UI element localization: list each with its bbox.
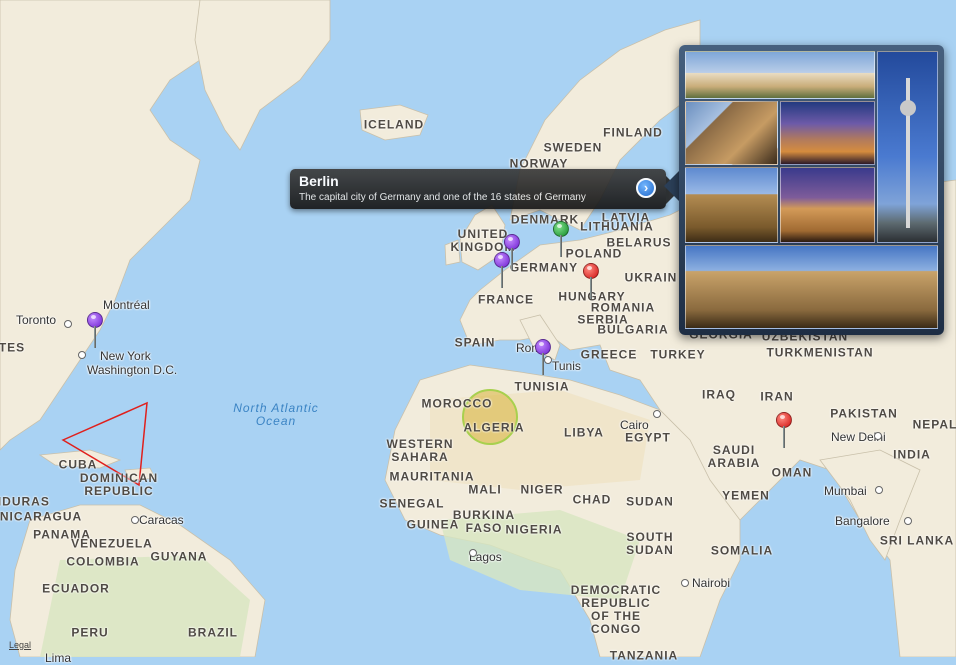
country-label: GUINEA: [406, 517, 460, 532]
city-label: New York: [100, 349, 151, 363]
country-label: GUYANA: [150, 549, 208, 564]
country-label: FRANCE: [478, 292, 534, 307]
photo-potsdamer-platz[interactable]: [780, 101, 875, 165]
country-label: MOROCCO: [421, 396, 493, 411]
ocean-label-text: North Atlantic Ocean: [233, 401, 319, 428]
country-label: YEMEN: [722, 488, 770, 503]
country-label: BULGARIA: [597, 322, 669, 337]
country-label: NEPAL: [912, 417, 956, 432]
country-label: DOMINICAN REPUBLIC: [79, 471, 159, 498]
city-label: Mumbai: [824, 484, 867, 498]
country-label: ALGERIA: [463, 420, 525, 435]
pin-gulf[interactable]: [776, 412, 792, 454]
city-dot-mumbai: [875, 486, 883, 494]
city-dot-toronto: [64, 320, 72, 328]
photo-brandenburg-gate[interactable]: [780, 167, 875, 243]
city-label: Washington D.C.: [87, 363, 178, 377]
country-label: IRAQ: [702, 387, 736, 402]
country-label: PERU: [71, 625, 109, 640]
city-label: Cairo: [620, 418, 649, 432]
photo-popover: [679, 45, 944, 335]
country-label: SWEDEN: [543, 140, 603, 155]
berlin-callout[interactable]: Berlin The capital city of Germany and o…: [290, 169, 666, 209]
country-label: SOUTH SUDAN: [626, 530, 674, 557]
pin-rome[interactable]: [535, 339, 551, 381]
country-label: SRI LANKA: [879, 533, 955, 548]
country-label: MALI: [468, 482, 502, 497]
country-label: COLOMBIA: [66, 554, 140, 569]
country-label: TURKMENISTAN: [766, 345, 874, 360]
country-label: TES: [0, 340, 26, 355]
city-dot-cairo: [653, 410, 661, 418]
photo-reichstag[interactable]: [685, 245, 938, 329]
country-label: SOMALIA: [710, 543, 774, 558]
country-label: NIGER: [520, 482, 564, 497]
country-label: UKRAIN: [624, 270, 678, 285]
country-label: SUDAN: [626, 494, 674, 509]
ocean-label-north-atlantic: North Atlantic Ocean: [233, 402, 319, 428]
city-label: Caracas: [139, 513, 184, 527]
country-label: SPAIN: [454, 335, 496, 350]
photo-altes-museum[interactable]: [685, 101, 778, 165]
pin-netherlands[interactable]: [494, 252, 510, 294]
country-label: ONDURAS: [0, 494, 50, 509]
country-label: TURKEY: [650, 347, 706, 362]
photo-charlottenburg-palace[interactable]: [685, 51, 875, 99]
country-label: DEMOCRATIC REPUBLIC OF THE CONGO: [570, 583, 662, 636]
photo-berlin-cathedral[interactable]: [685, 167, 778, 243]
city-label: Bangalore: [835, 514, 890, 528]
country-label: SENEGAL: [379, 496, 445, 511]
city-label: Montréal: [103, 298, 150, 312]
city-dot-nairobi: [681, 579, 689, 587]
country-label: ECUADOR: [42, 581, 110, 596]
country-label: EGYPT: [625, 430, 671, 445]
country-label: LITHUANIA: [580, 219, 654, 234]
country-label: TANZANIA: [609, 648, 679, 663]
pin-new-york[interactable]: [87, 312, 103, 354]
country-label: POLAND: [565, 246, 623, 261]
country-label: INDIA: [893, 447, 931, 462]
country-label: PAKISTAN: [830, 406, 898, 421]
city-dot-caracas: [131, 516, 139, 524]
country-label: BRAZIL: [188, 625, 238, 640]
chevron-right-icon[interactable]: ›: [636, 178, 656, 198]
callout-subtitle: The capital city of Germany and one of t…: [299, 192, 586, 203]
country-label: CHAD: [572, 492, 612, 507]
pin-hungary[interactable]: [583, 263, 599, 305]
country-label: SAUDI ARABIA: [707, 443, 761, 470]
city-dot-lagos: [469, 549, 477, 557]
country-label: LIBYA: [564, 425, 604, 440]
country-label: TUNISIA: [514, 379, 570, 394]
country-label: NICARAGUA: [0, 509, 83, 524]
city-label: Nairobi: [692, 576, 731, 590]
country-label: VENEZUELA: [71, 536, 153, 551]
country-label: MAURITANIA: [389, 469, 475, 484]
country-label: NIGERIA: [505, 522, 563, 537]
country-label: OMAN: [771, 465, 813, 480]
city-dot-new-delhi: [874, 432, 882, 440]
popover-pointer: [664, 170, 680, 202]
country-label: FINLAND: [603, 125, 663, 140]
photo-tv-tower[interactable]: [877, 51, 938, 243]
callout-title: Berlin: [299, 173, 339, 189]
pin-berlin[interactable]: [553, 221, 569, 263]
country-label: ICELAND: [363, 117, 425, 132]
country-label: GREECE: [580, 347, 638, 362]
city-dot-new-york: [78, 351, 86, 359]
country-label: CUBA: [58, 457, 98, 472]
country-label: WESTERN SAHARA: [386, 437, 454, 464]
country-label: GERMANY: [509, 260, 579, 275]
city-label: Toronto: [16, 313, 57, 327]
city-label: Lima: [45, 651, 72, 665]
city-label: Tunis: [552, 359, 581, 373]
country-label: IRAN: [760, 389, 794, 404]
legal-link[interactable]: Legal: [9, 640, 31, 650]
city-dot-bangalore: [904, 517, 912, 525]
